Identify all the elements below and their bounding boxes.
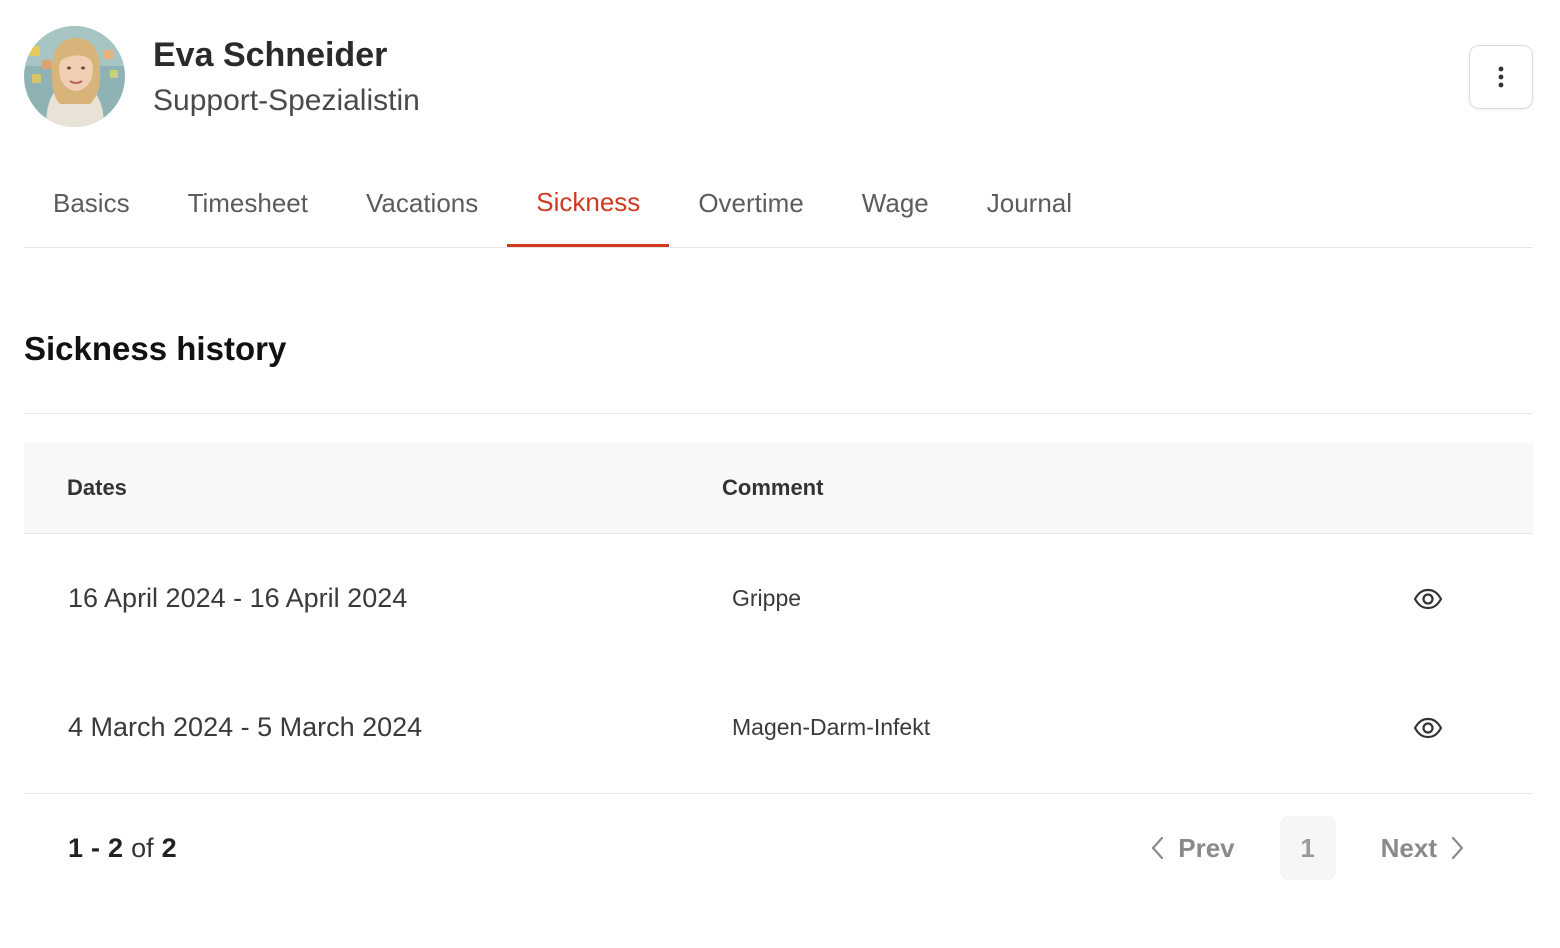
next-page-button[interactable]: Next [1381,833,1465,864]
profile-tabs: Basics Timesheet Vacations Sickness Over… [24,160,1533,248]
tab-journal[interactable]: Journal [958,160,1101,247]
range-start: 1 [68,832,84,863]
employee-name: Eva Schneider [153,36,388,74]
row-comment: Magen-Darm-Infekt [732,714,931,740]
employee-job-title: Support-Spezialistin [153,84,420,117]
row-comment: Grippe [732,585,802,611]
prev-page-label: Prev [1178,832,1235,863]
next-page-label: Next [1380,832,1437,863]
vertical-dots-icon [1498,66,1504,88]
table-row: 4 March 2024 - 5 March 2024 Magen-Darm-I… [24,663,1533,792]
chevron-left-icon [1152,836,1164,860]
range-summary: 1 - 2 of 2 [68,794,177,902]
range-total: 2 [161,832,177,863]
tab-wage[interactable]: Wage [833,160,958,247]
table-row: 16 April 2024 - 16 April 2024 Grippe [24,534,1533,663]
tab-sickness[interactable]: Sickness [507,160,670,247]
column-header-dates: Dates [67,475,127,500]
table-footer: 1 - 2 of 2 Prev 1 Next [24,793,1533,904]
view-button[interactable] [1410,584,1446,614]
chevron-right-icon [1451,836,1464,860]
avatar [24,26,125,127]
range-end: 2 [108,832,124,863]
prev-page-button[interactable]: Prev [1150,832,1235,864]
page-number-button[interactable]: 1 [1279,816,1336,880]
eye-icon [1413,717,1443,739]
section-title: Sickness history [24,330,287,367]
sickness-table: Dates Comment 16 April 2024 - 16 April 2… [24,443,1533,792]
section-divider [24,413,1533,414]
tab-overtime[interactable]: Overtime [669,160,832,247]
more-options-button[interactable] [1469,45,1533,109]
tab-basics[interactable]: Basics [24,160,159,247]
range-of-label: of [131,832,154,863]
table-header: Dates Comment [24,443,1533,534]
eye-icon [1413,588,1443,610]
range-separator: - [91,832,101,863]
tab-timesheet[interactable]: Timesheet [159,160,337,247]
tab-vacations[interactable]: Vacations [337,160,507,247]
row-dates: 4 March 2024 - 5 March 2024 [68,712,423,742]
profile-header: Eva Schneider Support-Spezialistin [24,26,1533,130]
column-header-comment: Comment [722,475,824,500]
row-dates: 16 April 2024 - 16 April 2024 [68,583,408,613]
pagination: Prev 1 Next [1150,816,1465,880]
view-button[interactable] [1410,713,1446,743]
